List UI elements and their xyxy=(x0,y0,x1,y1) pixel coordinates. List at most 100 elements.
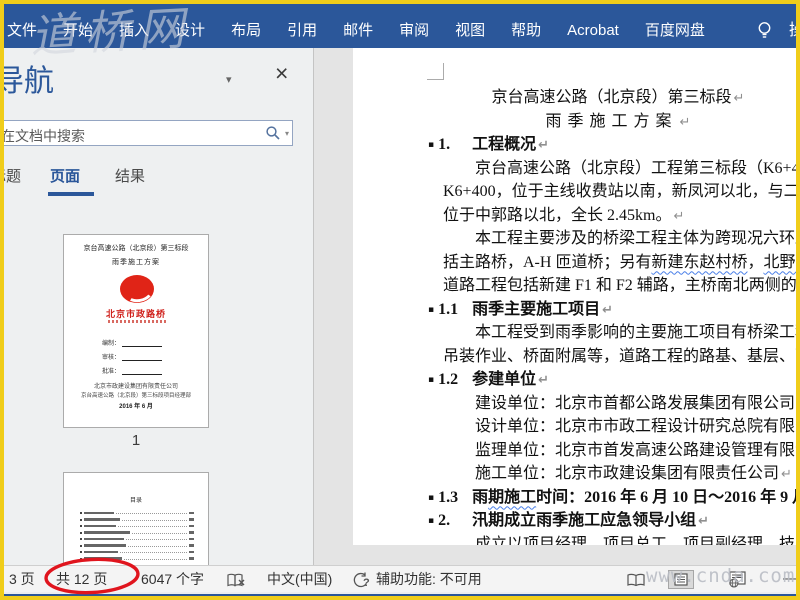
document-text[interactable]: 京台高速公路（北京段）第三标段 ↵ 雨季施工方案 ↵ ▪ 1. 工程概况 ↵ 京台高速公路（北京… xyxy=(428,86,796,545)
heading-bullet-icon: ▪ xyxy=(428,140,435,150)
svg-text:?: ? xyxy=(363,577,370,589)
status-current-page[interactable]: 3 页 xyxy=(9,566,35,592)
spellcheck-wavy-underline: 北野场灌渠桥 xyxy=(763,253,796,271)
doc-line: 监理单位：北京市首发高速公路建设管理有限责任公司↵ xyxy=(475,441,796,459)
doc-line: ▪ 1. 工程概况 ↵ xyxy=(428,133,796,157)
doc-line: 建设单位：北京市首都公路发展集团有限公司↵ xyxy=(475,394,796,412)
thumb-toc-entry xyxy=(80,537,194,541)
cover-field-bianzhi: 编制： xyxy=(102,337,163,347)
company-logo-subtitle xyxy=(108,320,166,323)
thumb-toc-entry xyxy=(80,524,194,528)
active-tab-underline xyxy=(48,192,94,196)
document-page[interactable]: 京台高速公路（北京段）第三标段 ↵ 雨季施工方案 ↵ ▪ 1. 工程概况 ↵ 京台高速公路（北京… xyxy=(353,48,796,545)
ribbon-tab-审阅[interactable]: 审阅 xyxy=(386,21,442,40)
navigation-pane-close-icon[interactable]: × xyxy=(275,62,288,85)
nav-tab-headings[interactable]: 标题 xyxy=(4,165,21,186)
thumb-cover-title1: 京台高速公路（北京段）第三标段 xyxy=(83,245,189,252)
doc-line: 位于中郭路以北，全长 2.45km。 ↵ xyxy=(443,206,685,224)
status-total-pages[interactable]: 共 12 页 xyxy=(56,566,107,592)
heading-number: 1.2 xyxy=(438,371,459,388)
ribbon-tab-百度网盘[interactable]: 百度网盘 xyxy=(632,21,718,40)
spellcheck-wavy-underline: 期施工 xyxy=(488,488,537,506)
status-word-count[interactable]: 6047 个字 xyxy=(141,566,204,592)
paragraph-mark: ↵ xyxy=(673,208,685,224)
cover-field-pizhun: 批准： xyxy=(102,365,163,375)
paragraph-mark: ↵ xyxy=(679,114,697,130)
ribbon-tab-布局[interactable]: 布局 xyxy=(218,21,274,40)
paragraph-mark: ↵ xyxy=(781,467,792,482)
search-options-caret-icon[interactable]: ▾ xyxy=(285,129,289,138)
paragraph-mark: ↵ xyxy=(733,91,745,106)
page-thumbnail-1-number: 1 xyxy=(131,432,141,449)
search-icon[interactable] xyxy=(265,125,281,146)
watermark-site-url: www.cnda.com xyxy=(646,565,796,587)
company-logo-text: 北京市政路桥 xyxy=(105,309,166,319)
paragraph-mark: ↵ xyxy=(698,514,710,529)
thumb-toc-entry xyxy=(80,557,194,561)
nav-tab-results[interactable]: 结果 xyxy=(115,165,145,186)
paragraph-mark: ↵ xyxy=(602,302,614,318)
doc-line: 雨季施工方案 ↵ xyxy=(545,112,697,130)
doc-line: 本工程受到雨季影响的主要施工项目有桥梁工程的承台、墩柱、梁体 xyxy=(475,324,796,341)
cover-field-shenhe: 审核： xyxy=(102,351,163,361)
cover-footer-project: 京台高速公路（北京段）第三标段项目经理部 xyxy=(80,393,191,399)
paragraph-mark: ↵ xyxy=(538,373,550,388)
doc-line: ▪ 1.2 参建单位 ↵ xyxy=(428,368,796,392)
company-logo-icon xyxy=(120,275,154,303)
ribbon-tab-帮助[interactable]: 帮助 xyxy=(498,21,554,40)
doc-line: 京台高速公路（北京段）工程第三标段（K6+400～K8+850）起点 xyxy=(475,159,796,177)
doc-line: ▪1.3雨期施工时间：2016 年 6 月 10 日～2016 年 9 月 15… xyxy=(428,486,796,510)
heading-bullet-icon: ▪ xyxy=(428,516,435,526)
status-accessibility[interactable]: 辅助功能: 不可用 xyxy=(376,566,482,592)
doc-line: ▪ 1.1 雨季主要施工项目 ↵ xyxy=(428,298,796,322)
doc-line: ▪ 2. 汛期成立雨季施工应急领导小组 ↵ xyxy=(428,509,796,533)
doc-line: 道路工程包括新建 F1 和 F2 辅路，主桥南北两侧的主路及排水边沟等 xyxy=(443,277,796,294)
doc-line: 施工单位：北京市政建设集团有限责任公司 ↵ xyxy=(475,465,792,482)
doc-line: 成立以项目经理、项目总工、项目副经理、技质部、工程部、物资 xyxy=(475,535,796,546)
document-area: 京台高速公路（北京段）第三标段 ↵ 雨季施工方案 ↵ ▪ 1. 工程概况 ↵ 京台高速公路（北京… xyxy=(314,48,796,565)
cover-footer-date: 2016 年 6 月 xyxy=(119,404,153,410)
window-bottom-edge xyxy=(4,594,796,596)
doc-line: K6+400，位于主线收费站以南，新凤河以北，与二标终点相接；设计终点 xyxy=(443,183,796,200)
heading-number: 1. xyxy=(438,136,451,153)
thumb-toc-heading: 目录 xyxy=(129,498,142,504)
paragraph-mark: ↵ xyxy=(538,138,550,153)
word-window: 文件开始插入设计布局引用邮件审阅视图帮助Acrobat百度网盘 操 导航 ▾ ×… xyxy=(0,0,800,600)
text-boundary-crop-mark xyxy=(427,63,444,80)
tell-me-lightbulb-icon[interactable] xyxy=(757,21,772,45)
tell-me-search-label-partial[interactable]: 操 xyxy=(789,21,796,40)
page-thumbnail-1[interactable]: 京台高速公路（北京段）第三标段 雨季施工方案 北京市政路桥 编制： 审核： 批准… xyxy=(63,234,209,428)
cover-footer-company: 北京市政建设集团有限责任公司 xyxy=(93,384,178,390)
search-placeholder: 在文档中搜索 xyxy=(4,128,85,144)
thumb-cover-title2: 雨季施工方案 xyxy=(112,259,160,266)
heading-bullet-icon: ▪ xyxy=(428,304,435,315)
heading-number: 1.1 xyxy=(438,300,459,318)
heading-bullet-icon: ▪ xyxy=(428,492,435,503)
doc-line: 本工程主要涉及的桥梁工程主体为跨现况六环路的互通式立交主桥，包 xyxy=(475,230,796,247)
thumb-toc-entry xyxy=(80,550,194,554)
ribbon-tab-视图[interactable]: 视图 xyxy=(442,21,498,40)
nav-tab-pages[interactable]: 页面 xyxy=(50,165,80,186)
navigation-pane: 导航 ▾ × 在文档中搜索 ▾ 标题 页面 结果 京台高速公路（北京段）第三标段… xyxy=(4,48,314,565)
doc-line: 括主路桥，A-H 匝道桥；另有新建东赵村桥，北野场灌渠桥，ZK8+140 xyxy=(443,251,796,275)
ribbon-tab-邮件[interactable]: 邮件 xyxy=(330,21,386,40)
status-language[interactable]: 中文(中国) xyxy=(267,566,332,592)
navigation-pane-menu-caret-icon[interactable]: ▾ xyxy=(226,73,232,86)
doc-line: 吊装作业、桥面附属等，道路工程的路基、基层、面层、排水工程及附属 xyxy=(443,347,796,365)
thumb-toc-entry xyxy=(80,518,194,522)
doc-line: 京台高速公路（北京段）第三标段 ↵ xyxy=(491,89,745,106)
thumb-toc-entry xyxy=(80,511,194,515)
watermark-daoqiao: 道桥网 xyxy=(28,2,194,63)
document-search-input[interactable]: 在文档中搜索 ▾ xyxy=(4,120,293,146)
spellcheck-wavy-underline: 新建东赵村桥 xyxy=(651,253,748,271)
doc-line: 设计单位：北京市市政工程设计研究总院有限公司↵ xyxy=(475,418,796,435)
heading-number: 1.3 xyxy=(438,488,459,506)
heading-bullet-icon: ▪ xyxy=(428,375,435,385)
heading-number: 2. xyxy=(438,512,451,529)
ribbon-tab-Acrobat[interactable]: Acrobat xyxy=(554,21,632,40)
thumb-toc-entry xyxy=(80,544,194,548)
page-thumbnail-2[interactable]: 目录 xyxy=(63,472,209,565)
thumb-toc-entry xyxy=(80,531,194,535)
ribbon-tab-引用[interactable]: 引用 xyxy=(274,21,330,40)
read-mode-icon[interactable] xyxy=(626,570,646,596)
